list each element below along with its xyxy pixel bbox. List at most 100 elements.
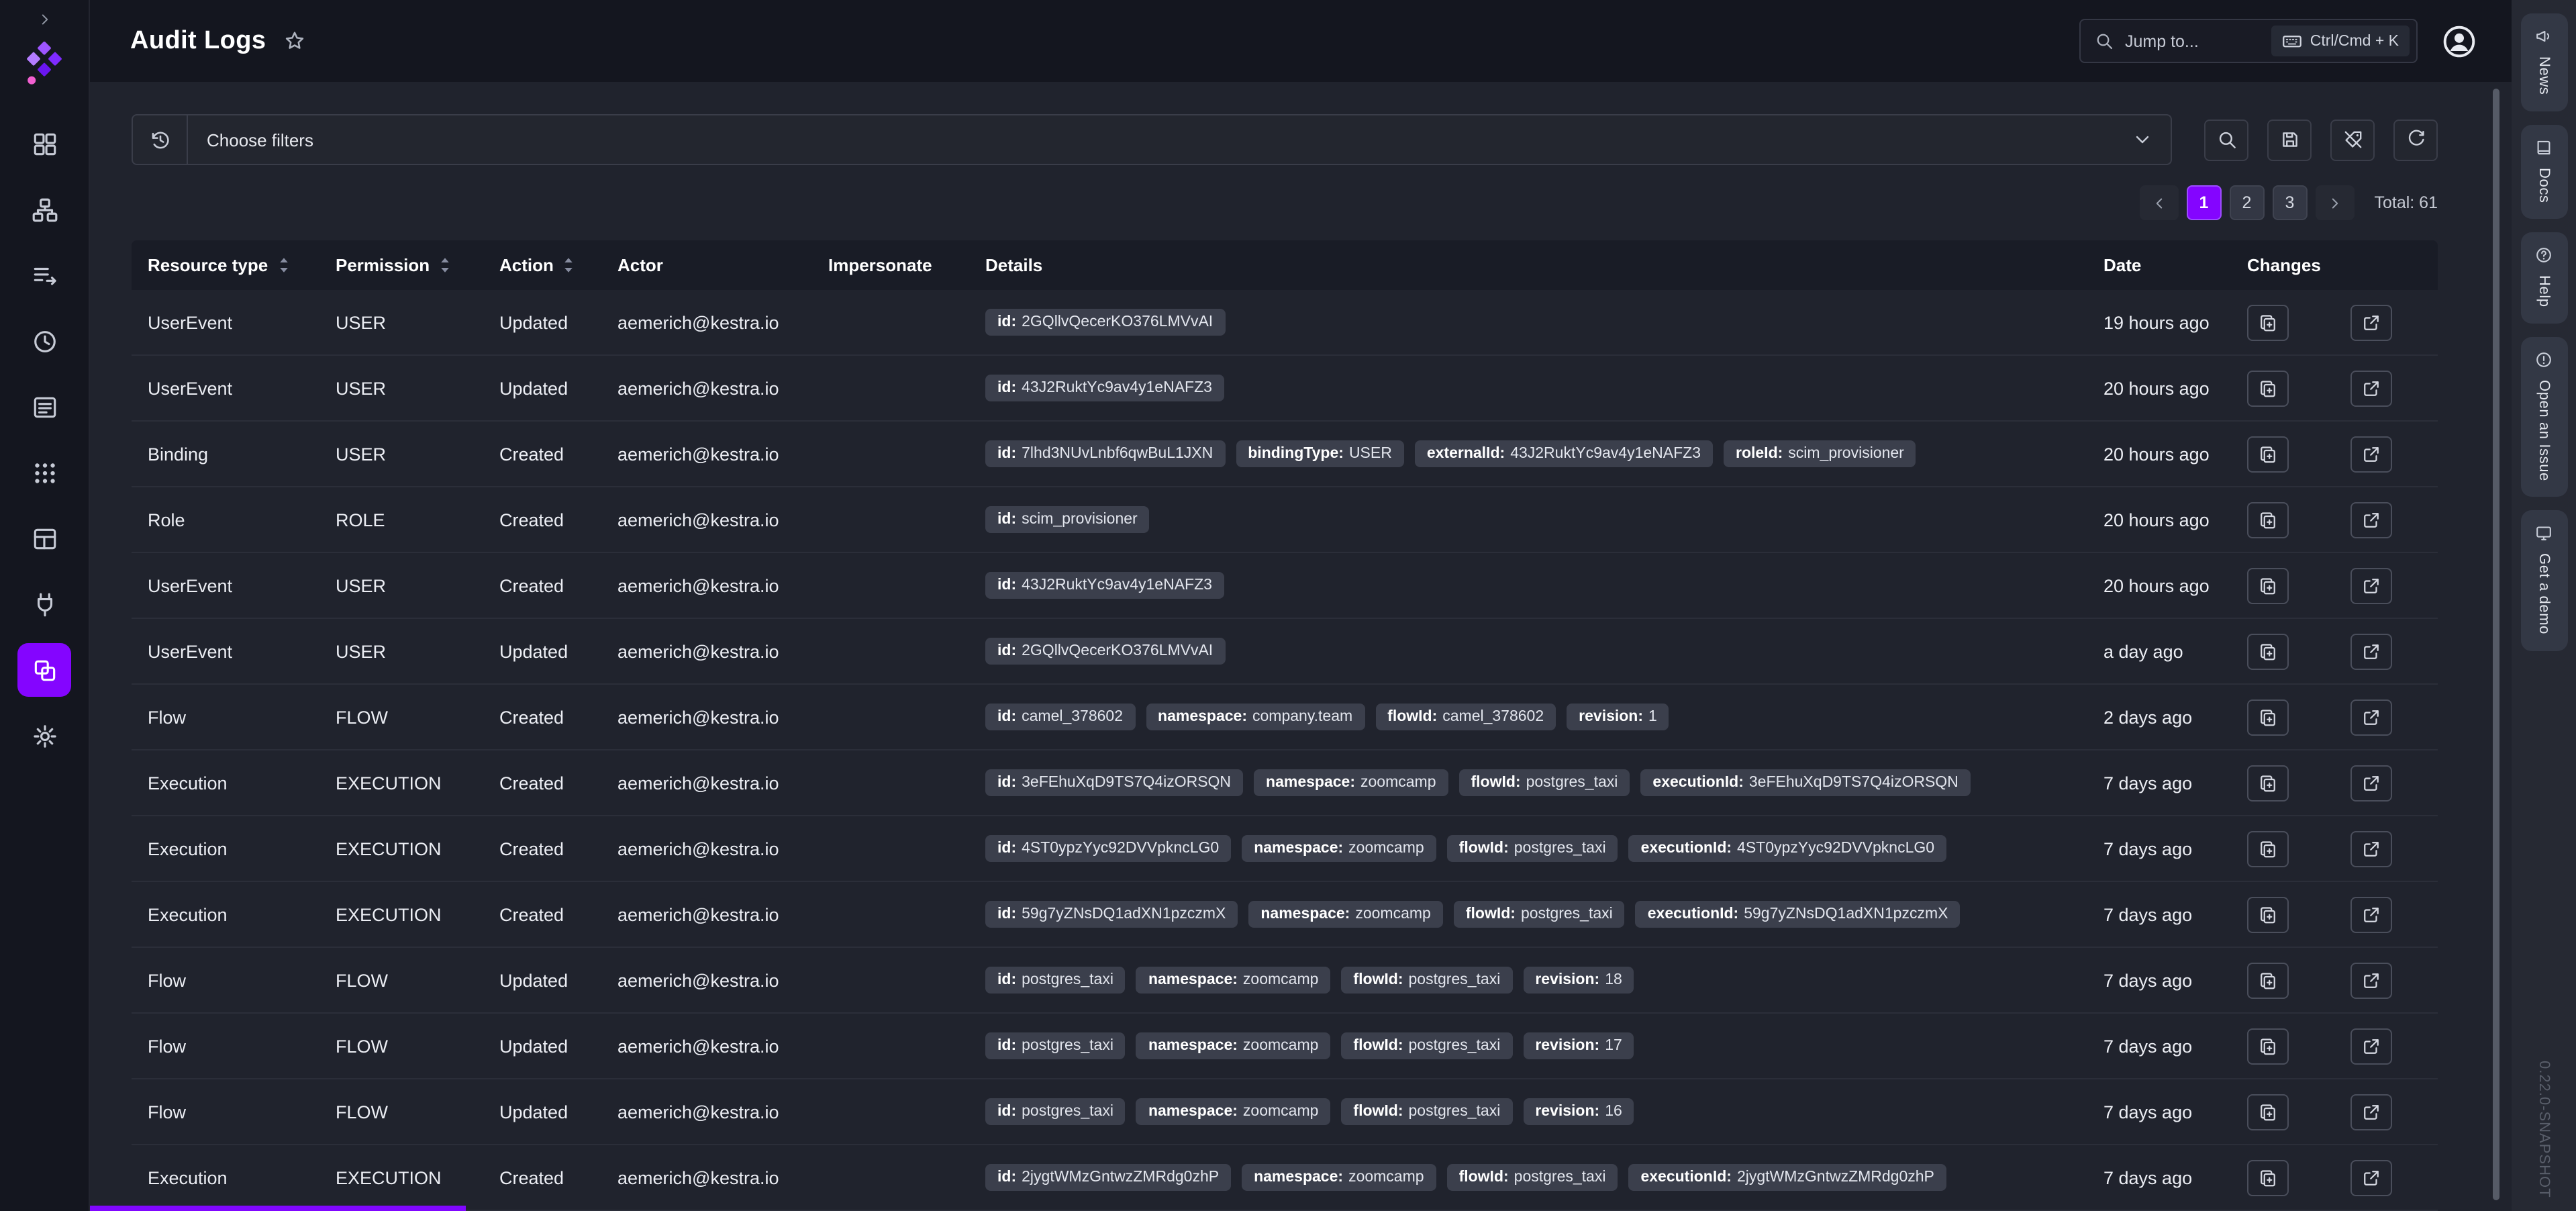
sidebar-item-namespaces[interactable] — [17, 183, 71, 236]
detail-key: executionId: — [1652, 775, 1744, 791]
prev-page-button[interactable] — [2139, 185, 2179, 220]
detail-chip: flowId: postgres_taxi — [1453, 901, 1625, 928]
row-open-button[interactable] — [2350, 633, 2392, 669]
sidebar-item-plugins[interactable] — [17, 577, 71, 631]
cell-details: id: 2GQllvQecerKO376LMVvAI — [969, 638, 2087, 665]
detail-key: id: — [997, 840, 1017, 857]
namespaces-icon — [30, 195, 58, 224]
row-changes-button[interactable] — [2247, 1028, 2289, 1064]
sidebar-item-administration[interactable] — [17, 643, 71, 697]
dock-tab-get-a-demo[interactable]: Get a demo — [2520, 510, 2567, 651]
sidebar-item-logs[interactable] — [17, 380, 71, 434]
dock-tab-docs[interactable]: Docs — [2520, 124, 2567, 219]
cell-changes — [2231, 896, 2438, 932]
sidebar-item-executions[interactable] — [17, 314, 71, 368]
row-open-button[interactable] — [2350, 765, 2392, 801]
dock-label: Docs — [2536, 167, 2552, 203]
search-button[interactable] — [2204, 119, 2248, 160]
row-open-button[interactable] — [2350, 896, 2392, 932]
row-open-button[interactable] — [2350, 1094, 2392, 1130]
cell-date: 20 hours ago — [2103, 444, 2210, 464]
row-open-button[interactable] — [2350, 370, 2392, 406]
sidebar-item-settings[interactable] — [17, 709, 71, 763]
column-header-action[interactable]: Action — [483, 255, 601, 275]
filter-bar[interactable]: Choose filters — [132, 114, 2172, 165]
detail-chip: id: 4ST0ypzYyc92DVVpkncLG0 — [985, 835, 1232, 862]
row-changes-button[interactable] — [2247, 304, 2289, 340]
row-open-button[interactable] — [2350, 436, 2392, 472]
sidebar-item-flows[interactable] — [17, 248, 71, 302]
cell-actor: aemerich@kestra.io — [617, 707, 779, 727]
detail-key: bindingType: — [1248, 446, 1344, 462]
row-changes-button[interactable] — [2247, 1159, 2289, 1196]
detail-chip: executionId: 2jygtWMzGntwzZMRdg0zhP — [1628, 1164, 1946, 1191]
cell-date: 20 hours ago — [2103, 575, 2210, 595]
row-changes-button[interactable] — [2247, 370, 2289, 406]
sidebar-expand-button[interactable] — [0, 11, 89, 28]
page-button-2[interactable]: 2 — [2229, 185, 2265, 220]
detail-value: postgres_taxi — [1022, 1038, 1113, 1054]
dashboard-icon — [30, 130, 58, 158]
column-header-resource-type[interactable]: Resource type — [132, 255, 319, 275]
accent-line — [90, 1206, 466, 1211]
row-open-button[interactable] — [2350, 304, 2392, 340]
row-open-button[interactable] — [2350, 567, 2392, 603]
right-dock: News Docs Help Open an Issue Get a demo 0.22… — [2512, 0, 2576, 1211]
page-button-1[interactable]: 1 — [2186, 185, 2222, 220]
sidebar-item-apps[interactable] — [17, 446, 71, 499]
row-changes-button[interactable] — [2247, 765, 2289, 801]
detail-value: postgres_taxi — [1514, 1169, 1606, 1185]
detail-value: 59g7yZNsDQ1adXN1pzczmX — [1022, 906, 1226, 922]
detail-chip: flowId: postgres_taxi — [1341, 1032, 1513, 1059]
detail-key: namespace: — [1254, 1169, 1344, 1185]
row-changes-button[interactable] — [2247, 1094, 2289, 1130]
next-page-button[interactable] — [2315, 185, 2355, 220]
column-header-permission[interactable]: Permission — [319, 255, 483, 275]
row-changes-button[interactable] — [2247, 830, 2289, 867]
row-open-button[interactable] — [2350, 830, 2392, 867]
row-changes-button[interactable] — [2247, 962, 2289, 998]
row-changes-button[interactable] — [2247, 633, 2289, 669]
filter-history-button[interactable] — [133, 115, 188, 164]
row-changes-button[interactable] — [2247, 436, 2289, 472]
history-icon — [148, 128, 171, 151]
row-open-button[interactable] — [2350, 962, 2392, 998]
row-open-button[interactable] — [2350, 501, 2392, 538]
dock-tab-open-an-issue[interactable]: Open an Issue — [2520, 336, 2567, 497]
user-avatar[interactable] — [2442, 23, 2477, 58]
row-changes-button[interactable] — [2247, 896, 2289, 932]
detail-value: postgres_taxi — [1526, 775, 1618, 791]
cell-permission: FLOW — [336, 970, 388, 990]
detail-chip: flowId: camel_378602 — [1375, 704, 1556, 730]
row-changes-button[interactable] — [2247, 699, 2289, 735]
row-open-button[interactable] — [2350, 1159, 2392, 1196]
cell-resource-type: Binding — [148, 444, 209, 464]
cell-action: Updated — [499, 641, 568, 661]
dock-tab-news[interactable]: News — [2520, 13, 2567, 111]
row-open-button[interactable] — [2350, 1028, 2392, 1064]
sidebar-item-dashboard[interactable] — [17, 117, 71, 171]
page-button-3[interactable]: 3 — [2272, 185, 2308, 220]
shortcut-badge: Ctrl/Cmd + K — [2271, 26, 2410, 56]
refresh-button[interactable] — [2393, 119, 2438, 160]
dock-tab-help[interactable]: Help — [2520, 232, 2567, 324]
save-filter-button[interactable] — [2267, 119, 2312, 160]
sort-icon — [439, 256, 451, 274]
favorite-star-icon[interactable] — [283, 30, 306, 52]
scrollbar-thumb[interactable] — [2493, 89, 2499, 1200]
sidebar-item-blueprints[interactable] — [17, 512, 71, 565]
scrollbar[interactable] — [2493, 89, 2499, 1200]
row-open-button[interactable] — [2350, 699, 2392, 735]
cell-permission: FLOW — [336, 1036, 388, 1056]
kestra-logo[interactable] — [23, 41, 66, 90]
detail-chip: id: scim_provisioner — [985, 506, 1150, 533]
jump-to-search[interactable]: Jump to... Ctrl/Cmd + K — [2079, 19, 2418, 63]
detail-key: id: — [997, 972, 1017, 988]
row-changes-button[interactable] — [2247, 567, 2289, 603]
sort-icon — [277, 256, 289, 274]
row-changes-button[interactable] — [2247, 501, 2289, 538]
cell-changes — [2231, 633, 2438, 669]
detail-key: externalId: — [1426, 446, 1505, 462]
detail-chip: id: 43J2RuktYc9av4y1eNAFZ3 — [985, 572, 1224, 599]
hide-labels-button[interactable] — [2330, 119, 2375, 160]
